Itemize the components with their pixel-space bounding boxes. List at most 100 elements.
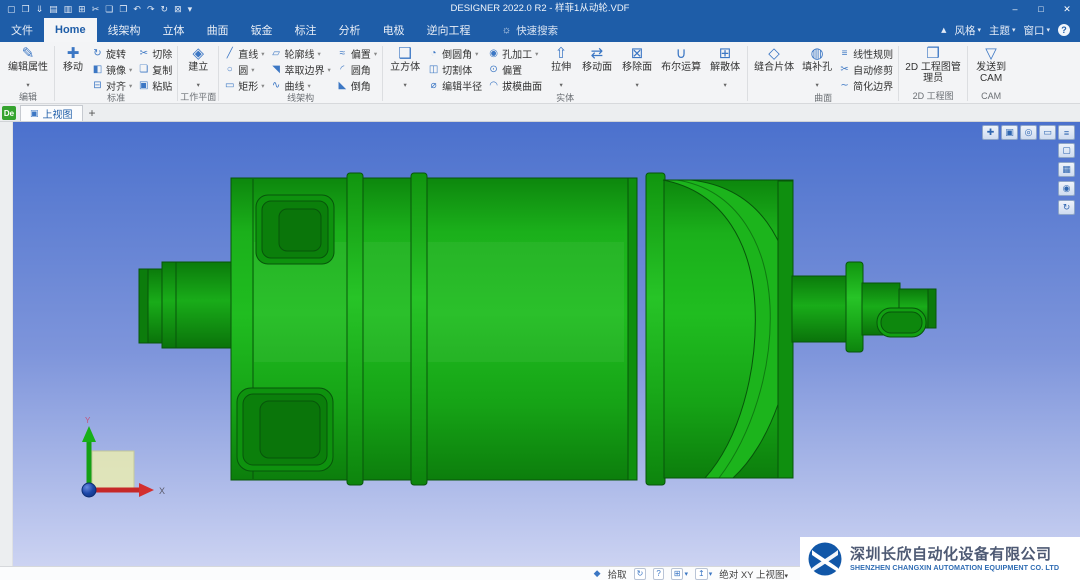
selection-filter-icon[interactable]: ⊞ <box>671 568 688 580</box>
open-icon[interactable]: ❒ <box>22 4 30 15</box>
copy-button[interactable]: ❏复制 <box>135 61 175 77</box>
edit-properties-button[interactable]: ✎ 编辑属性 <box>4 44 52 92</box>
fillet-button[interactable]: ◜圆角 <box>334 61 380 77</box>
pick-label[interactable]: 拾取 <box>608 567 627 580</box>
refresh-icon[interactable]: ↻ <box>634 568 647 580</box>
view-menu-icon[interactable]: ≡ <box>1058 125 1075 140</box>
zoom-icon[interactable]: ◎ <box>1020 125 1037 140</box>
tab-solid[interactable]: 立体 <box>152 18 196 42</box>
button-label: 解散体 <box>710 63 740 74</box>
move-face-button[interactable]: ⇄ 移动面 <box>577 44 617 93</box>
trim-button[interactable]: ✂切除 <box>135 45 175 61</box>
auto-trim-button[interactable]: ✂自动修剪 <box>836 61 896 77</box>
rotate-button[interactable]: ↻旋转 <box>89 45 135 61</box>
tab-wireframe[interactable]: 线架构 <box>97 18 152 42</box>
save-all-icon[interactable]: ▥ <box>64 4 73 15</box>
save-icon[interactable]: ▤ <box>49 4 58 15</box>
close-button[interactable]: ✕ <box>1054 0 1080 18</box>
duplicate-icon[interactable]: ⊞ <box>78 4 86 15</box>
menu-style[interactable]: 风格 <box>954 23 981 38</box>
simplify-boundary-button[interactable]: ∼简化边界 <box>836 77 896 93</box>
view-selector[interactable]: 绝对 XY 上视图 <box>719 567 788 580</box>
orbit-icon[interactable]: ↻ <box>1058 200 1075 215</box>
tab-annotation[interactable]: 标注 <box>284 18 328 42</box>
chamfer-button[interactable]: ◣倒角 <box>334 77 380 93</box>
copy-icon[interactable]: ❏ <box>105 4 113 15</box>
circle-button[interactable]: ○圆 <box>221 61 267 77</box>
tab-file[interactable]: 文件 <box>0 18 44 42</box>
align-button[interactable]: ⊟对齐 <box>89 77 135 93</box>
line-button[interactable]: ╱直线 <box>221 45 267 61</box>
edit-radius-button[interactable]: ⌀编辑半径 <box>425 77 485 93</box>
send-to-cam-button[interactable]: ▽ 发送到CAM <box>970 44 1012 91</box>
drawing-manager-button[interactable]: ❒ 2D 工程图管理员 <box>901 44 965 91</box>
button-label: 建立 <box>188 63 208 74</box>
minimize-button[interactable]: – <box>1002 0 1028 18</box>
maximize-button[interactable]: □ <box>1028 0 1054 18</box>
tab-home[interactable]: Home <box>44 18 97 42</box>
move-button[interactable]: ✚ 移动 <box>57 44 89 93</box>
visibility-icon[interactable]: ◉ <box>1058 181 1075 196</box>
sew-icon: ◇ <box>768 45 780 63</box>
new-tab-button[interactable]: + <box>87 106 101 121</box>
app-icon[interactable]: De <box>2 106 16 120</box>
document-tab-top-view[interactable]: ▣ 上视图 <box>20 105 83 121</box>
help-button[interactable]: ? <box>1058 24 1070 36</box>
dropdown-caret-icon <box>308 80 311 91</box>
mirror-button[interactable]: ◧镜像 <box>89 61 135 77</box>
view-cube-icon[interactable]: ▣ <box>1001 125 1018 140</box>
dissolve-body-button[interactable]: ⊞ 解散体 <box>705 44 745 93</box>
tab-analysis[interactable]: 分析 <box>328 18 372 42</box>
nav-diamond-icon[interactable]: ◆ <box>594 568 601 579</box>
remove-face-button[interactable]: ⊠ 移除面 <box>617 44 657 93</box>
pan-icon[interactable]: ✚ <box>982 125 999 140</box>
repeat-icon[interactable]: ↻ <box>161 4 169 15</box>
qat-more-icon[interactable]: ▾ <box>188 4 193 15</box>
shade-mode-icon[interactable]: ▢ <box>1058 143 1075 158</box>
help-icon[interactable]: ? <box>653 568 663 580</box>
button-label: 对齐 <box>106 78 126 93</box>
render-mode-icon[interactable]: ▦ <box>1058 162 1075 177</box>
new-icon[interactable]: ▢ <box>7 4 16 15</box>
rectangle-button[interactable]: ▭矩形 <box>221 77 267 93</box>
import-icon[interactable]: ⇓ <box>36 4 44 15</box>
paste-icon[interactable]: ❐ <box>119 4 127 15</box>
menu-window[interactable]: 窗口 <box>1023 23 1050 38</box>
tab-reverse-engineering[interactable]: 逆向工程 <box>416 18 482 42</box>
extrude-button[interactable]: ⇧ 拉伸 <box>545 44 577 93</box>
boolean-button[interactable]: ∪ 布尔运算 <box>657 44 705 93</box>
tab-surface[interactable]: 曲面 <box>196 18 240 42</box>
create-plane-button[interactable]: ◈ 建立 <box>180 44 216 92</box>
cube-button[interactable]: ❑ 立方体 <box>385 44 425 93</box>
linear-rule-button[interactable]: ≡线性规则 <box>836 45 896 61</box>
cut-icon[interactable]: ✂ <box>92 4 100 15</box>
ucs-icon[interactable]: ↥ <box>695 568 712 580</box>
fit-window-icon[interactable]: ▭ <box>1039 125 1056 140</box>
button-label: 移动 <box>63 63 83 74</box>
fill-hole-button[interactable]: ◍ 填补孔 <box>798 44 836 93</box>
redo-icon[interactable]: ↷ <box>147 4 155 15</box>
delete-icon[interactable]: ⊠ <box>174 4 182 15</box>
button-label: 填补孔 <box>802 63 832 74</box>
offset-button[interactable]: ≈偏置 <box>334 45 380 61</box>
draft-face-button[interactable]: ◠拔模曲面 <box>485 77 545 93</box>
round-edge-button[interactable]: ◔倒圆角 <box>425 45 485 61</box>
viewport-3d[interactable]: Y X ✚ ▣ ◎ ▭ ≡ ▢ ▦ ◉ ↻ <box>13 122 1080 566</box>
curve-button[interactable]: ∿曲线 <box>268 77 334 93</box>
contour-button[interactable]: ▱轮廓线 <box>268 45 334 61</box>
collapse-ribbon-icon[interactable]: ▴ <box>941 24 946 36</box>
tab-sheetmetal[interactable]: 钣金 <box>240 18 284 42</box>
sew-sheet-button[interactable]: ◇ 缝合片体 <box>750 44 798 93</box>
undo-icon[interactable]: ↶ <box>133 4 141 15</box>
button-label: 偏置 <box>502 62 522 77</box>
model-roller-3d[interactable]: Y X <box>13 122 1079 566</box>
tab-electrode[interactable]: 电极 <box>372 18 416 42</box>
hole-button[interactable]: ◉孔加工 <box>485 45 545 61</box>
cut-body-button[interactable]: ◫切割体 <box>425 61 485 77</box>
solid-offset-button[interactable]: ⊙偏置 <box>485 61 545 77</box>
remove-face-icon: ⊠ <box>631 45 644 63</box>
extract-boundary-button[interactable]: ◥萃取边界 <box>268 61 334 77</box>
quick-search[interactable]: ☼ 快速搜索 <box>502 18 559 42</box>
menu-theme[interactable]: 主题 <box>989 23 1016 38</box>
paste-button[interactable]: ▣粘贴 <box>135 77 175 93</box>
